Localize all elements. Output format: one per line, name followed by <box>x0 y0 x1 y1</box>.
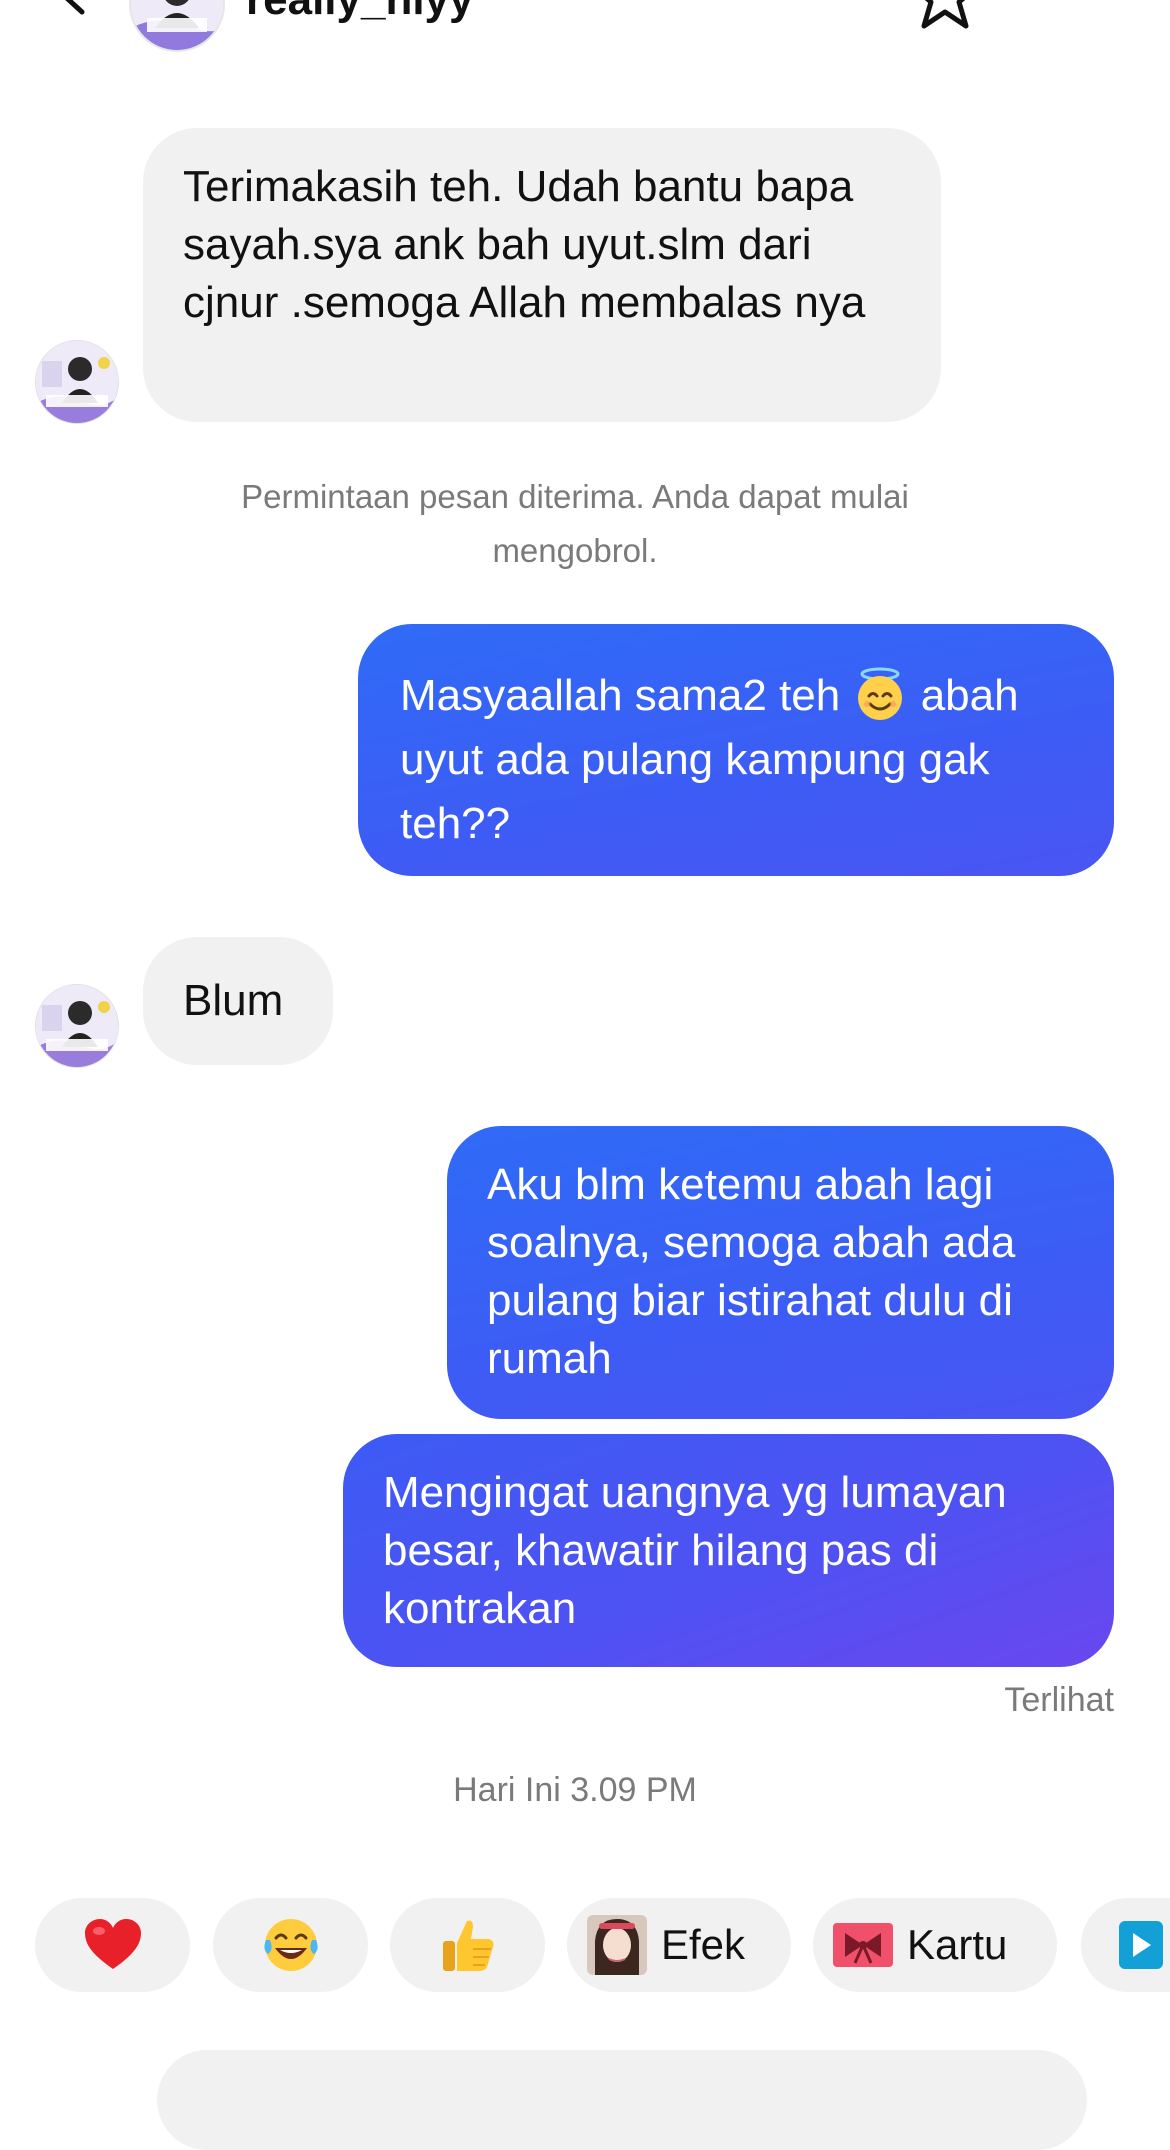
ribbon-card-icon <box>833 1915 893 1975</box>
header-username[interactable]: really_nlyy <box>246 0 474 22</box>
back-arrow-icon[interactable] <box>42 0 102 20</box>
message-request-accepted-note: Permintaan pesan diterima. Anda dapat mu… <box>241 478 909 569</box>
message-text: Masyaallah sama2 teh <box>400 671 853 720</box>
incoming-message-bubble[interactable]: Blum <box>143 937 333 1065</box>
seen-status: Terlihat <box>1004 1681 1114 1719</box>
quick-react-thumbs-up-button[interactable] <box>390 1898 545 1992</box>
quick-react-laugh-button[interactable] <box>213 1898 368 1992</box>
more-options-icon[interactable] <box>1034 0 1098 8</box>
header-avatar[interactable] <box>129 0 225 52</box>
cards-button[interactable]: Kartu <box>813 1898 1057 1992</box>
play-icon <box>1119 1921 1163 1969</box>
outgoing-message-bubble[interactable]: Aku blm ketemu abah lagi soalnya, semoga… <box>447 1126 1114 1419</box>
smiling-face-with-halo-icon <box>858 667 903 720</box>
star-icon[interactable] <box>910 0 980 32</box>
outgoing-message-bubble[interactable]: Mengingat uangnya yg lumayan besar, khaw… <box>343 1434 1114 1667</box>
cards-label: Kartu <box>907 1921 1008 1968</box>
sender-avatar[interactable] <box>35 984 119 1068</box>
effects-label: Efek <box>661 1921 746 1968</box>
message-input[interactable] <box>157 2050 1087 2150</box>
thumbs-up-emoji-icon <box>442 1920 493 1971</box>
quick-react-heart-button[interactable] <box>35 1898 190 1992</box>
play-button[interactable] <box>1081 1898 1170 1992</box>
timestamp: Hari Ini 3.09 PM <box>453 1771 697 1809</box>
sender-avatar[interactable] <box>35 340 119 424</box>
incoming-message-bubble[interactable]: Terimakasih teh. Udah bantu bapa sayah.s… <box>143 128 941 422</box>
tears-of-joy-emoji-icon <box>263 1919 318 1971</box>
red-heart-emoji-icon <box>84 1919 141 1969</box>
effects-button[interactable]: Efek <box>567 1898 791 1992</box>
outgoing-message-bubble[interactable]: Masyaallah sama2 teh abah uyut ada pulan… <box>358 624 1114 876</box>
effect-thumbnail-icon <box>587 1915 647 1975</box>
